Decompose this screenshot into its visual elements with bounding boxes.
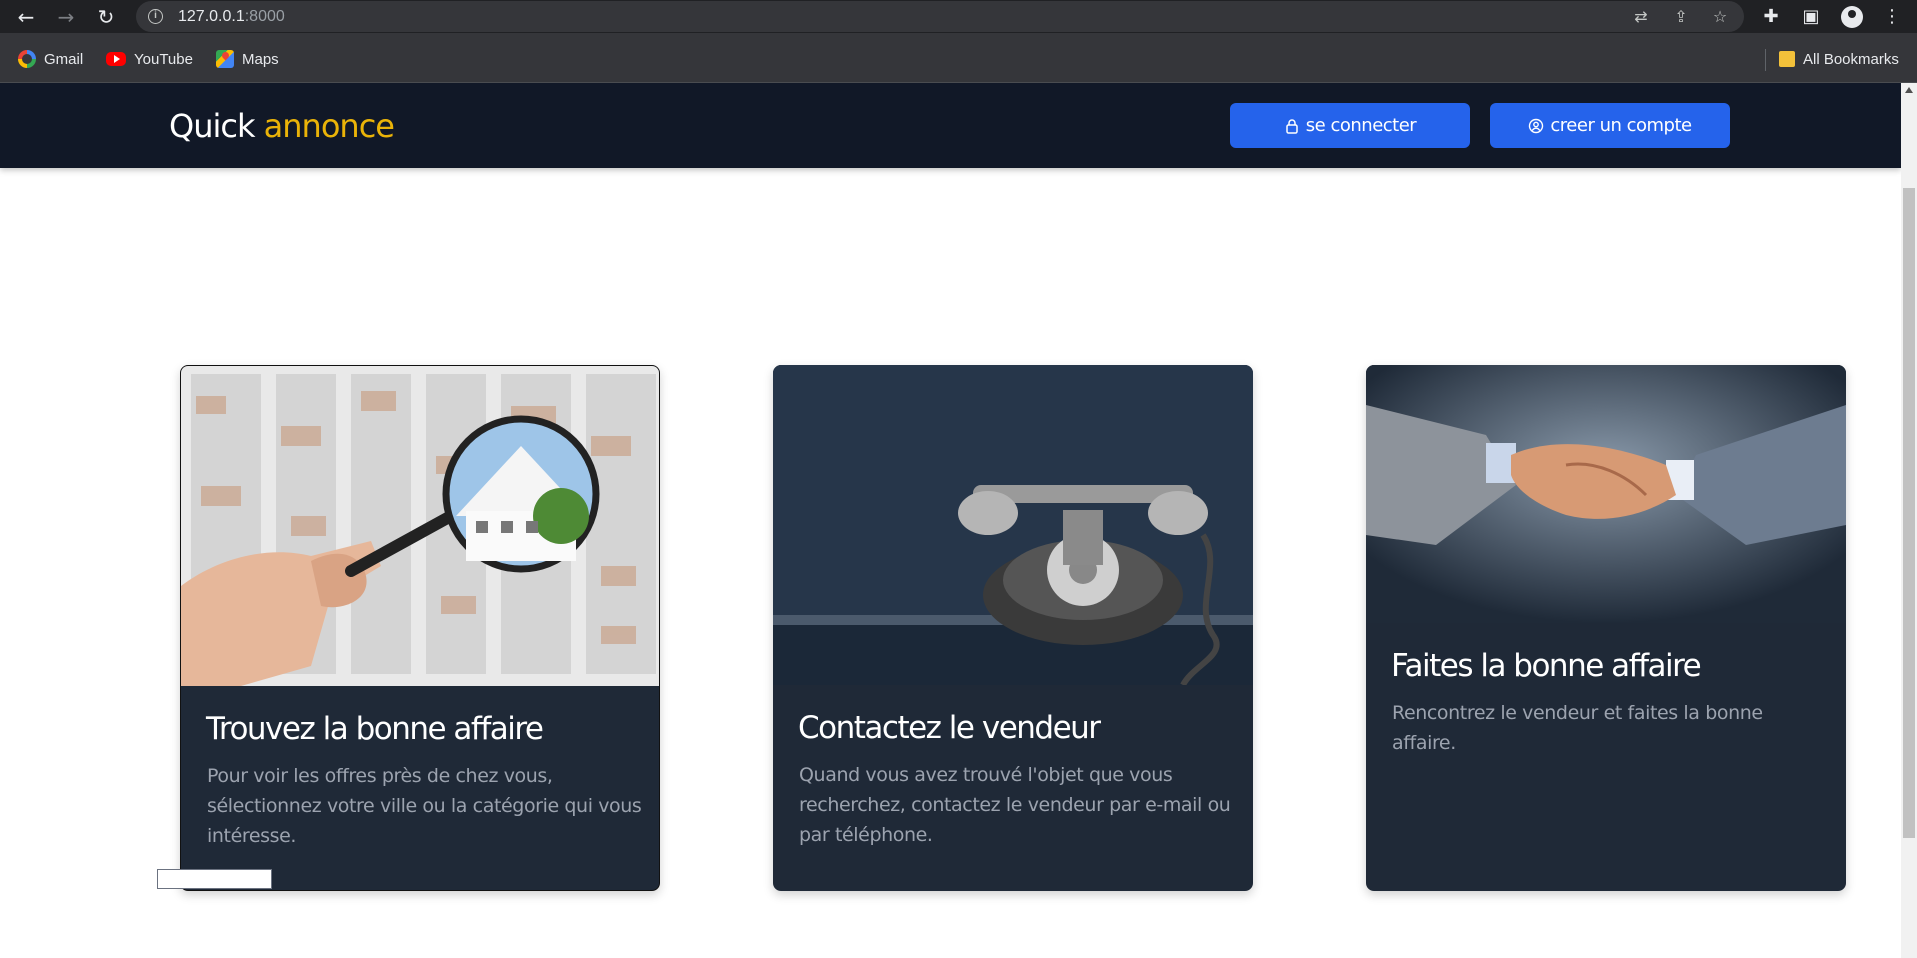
- back-icon[interactable]: ←: [13, 4, 39, 30]
- feature-card-find: Trouvez la bonne affaire Pour voir les o…: [180, 365, 660, 891]
- bookmark-maps[interactable]: Maps: [216, 49, 279, 69]
- page-scrollbar[interactable]: [1901, 83, 1917, 958]
- login-label: se connecter: [1305, 115, 1417, 136]
- card-text: Rencontrez le vendeur et faites la bonne…: [1392, 702, 1763, 754]
- side-panel-icon[interactable]: ▣: [1798, 4, 1824, 30]
- card-title: Trouvez la bonne affaire: [206, 711, 544, 747]
- browser-toolbar: ← → ↻ i 127.0.0.1:8000 ⇄ ⇪ ☆ ✚ ▣ ⋮: [0, 0, 1917, 33]
- bookmark-gmail[interactable]: Gmail: [18, 49, 83, 69]
- telephone-image: [773, 365, 1253, 685]
- share-icon[interactable]: ⇪: [1670, 6, 1692, 28]
- profile-avatar-icon[interactable]: [1841, 6, 1863, 28]
- signup-button[interactable]: creer un compte: [1490, 103, 1730, 148]
- scroll-up-arrow-icon[interactable]: [1905, 87, 1913, 93]
- translate-icon[interactable]: ⇄: [1630, 6, 1652, 28]
- youtube-icon: [106, 52, 126, 66]
- lock-icon: [1286, 118, 1298, 134]
- bookmark-label: Maps: [242, 50, 279, 68]
- card-text: Pour voir les offres près de chez vous, …: [207, 765, 642, 847]
- site-navbar: Quick annonce se connecter creer un comp…: [0, 83, 1901, 168]
- signup-label: creer un compte: [1550, 115, 1692, 136]
- bookmark-label: YouTube: [134, 50, 193, 68]
- card-title: Faites la bonne affaire: [1391, 648, 1702, 684]
- address-bar[interactable]: i 127.0.0.1:8000 ⇄ ⇪ ☆: [136, 1, 1744, 32]
- maps-icon: [216, 50, 234, 68]
- folder-icon: [1779, 51, 1795, 67]
- menu-kebab-icon[interactable]: ⋮: [1879, 4, 1905, 30]
- bookmark-youtube[interactable]: YouTube: [106, 49, 193, 69]
- forward-icon[interactable]: →: [53, 4, 79, 30]
- partial-box: [157, 869, 272, 889]
- site-info-icon[interactable]: i: [148, 9, 163, 24]
- card-title: Contactez le vendeur: [798, 710, 1101, 746]
- reload-icon[interactable]: ↻: [93, 4, 119, 30]
- login-button[interactable]: se connecter: [1230, 103, 1470, 148]
- magnifier-newspaper-image: [181, 366, 659, 686]
- url-text[interactable]: 127.0.0.1:8000: [178, 8, 285, 26]
- extensions-icon[interactable]: ✚: [1758, 4, 1784, 30]
- feature-card-deal: Faites la bonne affaire Rencontrez le ve…: [1366, 365, 1846, 891]
- feature-card-contact: Contactez le vendeur Quand vous avez tro…: [773, 365, 1253, 891]
- all-bookmarks-button[interactable]: All Bookmarks: [1779, 49, 1899, 69]
- all-bookmarks-label: All Bookmarks: [1803, 50, 1899, 68]
- star-icon[interactable]: ☆: [1709, 6, 1731, 28]
- user-circle-icon: [1529, 118, 1544, 133]
- scrollbar-thumb[interactable]: [1903, 188, 1915, 838]
- site-logo[interactable]: Quick annonce: [169, 107, 395, 145]
- handshake-image: [1366, 365, 1846, 623]
- bookmarks-divider: [1765, 49, 1766, 71]
- bookmarks-bar: Gmail YouTube Maps All Bookmarks: [0, 33, 1917, 83]
- bookmark-label: Gmail: [44, 50, 84, 68]
- google-icon: [18, 50, 36, 68]
- page-viewport: Quick annonce se connecter creer un comp…: [0, 83, 1917, 958]
- card-text: Quand vous avez trouvé l'objet que vous …: [799, 764, 1231, 846]
